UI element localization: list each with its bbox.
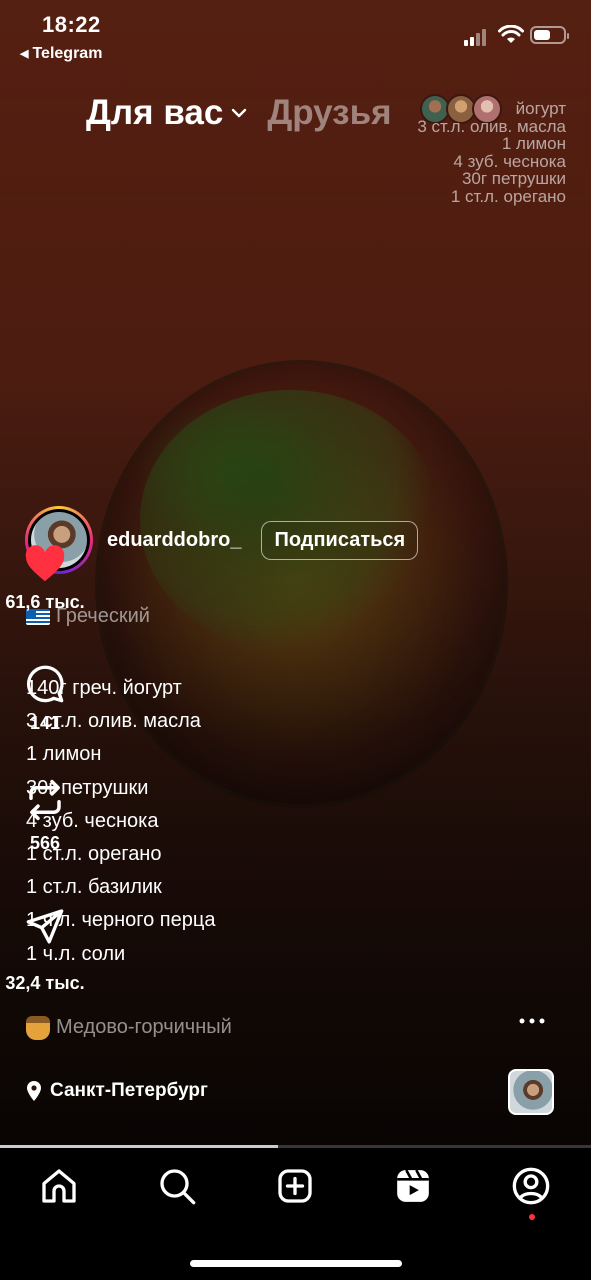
reels-screen: 18:22 ◀ Telegram Для вас Друзья йогурт 3 … [0, 0, 591, 1280]
heart-filled-icon[interactable] [24, 545, 66, 583]
share-count: 32,4 тыс. [5, 973, 85, 993]
home-icon[interactable] [39, 1166, 79, 1206]
reels-icon[interactable] [393, 1166, 433, 1206]
honey-pot-icon [26, 1015, 50, 1040]
add-icon[interactable] [275, 1166, 315, 1206]
profile-icon[interactable] [511, 1166, 551, 1206]
section2-title: Медово-горчичный [56, 1016, 232, 1039]
audio-thumbnail[interactable] [508, 1069, 554, 1115]
location-label: Санкт-Петербург [50, 1080, 208, 1101]
tab-friends[interactable]: Друзья [267, 93, 391, 133]
overlay-line: 1 ст.л. орегано [450, 186, 566, 206]
repost-count: 566 [29, 833, 61, 853]
comment-bubble-icon[interactable] [25, 664, 65, 704]
location-pin-icon [27, 1081, 41, 1101]
ingredient-item: 1 лимон [26, 743, 102, 766]
author-username[interactable]: eduarddobro_ [107, 529, 241, 552]
home-indicator[interactable] [190, 1260, 402, 1267]
battery-fill [534, 30, 550, 40]
ingredient-item: 1 ст.л. базилик [26, 876, 162, 899]
search-icon[interactable] [157, 1166, 197, 1206]
repost-icon[interactable] [24, 776, 66, 824]
notification-dot [529, 1214, 535, 1220]
caption-section-title: Медово-горчичный [26, 1015, 232, 1040]
status-time: 18:22 [42, 12, 101, 37]
overlay-line: 3 ст.л. олив. масла [417, 116, 566, 136]
feed-tabs: Для вас Друзья [86, 88, 392, 138]
video-overlay-recipe: йогурт 3 ст.л. олив. масла 1 лимон 4 зуб… [417, 100, 566, 205]
cellular-signal-icon [464, 28, 490, 46]
back-triangle-icon: ◀ [20, 48, 29, 61]
overlay-line: 30г петрушки [461, 169, 566, 188]
like-action[interactable]: 61,6 тыс. [0, 545, 90, 613]
back-app-label: Telegram [32, 45, 103, 62]
overlay-line: йогурт [515, 99, 566, 118]
comment-count: 141 [29, 713, 61, 733]
overlay-line: 4 зуб. чеснока [453, 151, 566, 171]
follow-button[interactable]: Подписаться [261, 520, 419, 560]
repost-action[interactable]: 566 [0, 776, 90, 854]
send-icon[interactable] [25, 906, 65, 946]
overlay-line: 1 лимон [501, 134, 566, 153]
battery-icon [530, 26, 569, 44]
chevron-down-icon[interactable] [231, 105, 247, 121]
like-count: 61,6 тыс. [5, 592, 85, 612]
location-tag[interactable]: Санкт-Петербург [26, 1080, 208, 1102]
more-dots-icon[interactable] [518, 1014, 546, 1028]
tab-for-you[interactable]: Для вас [86, 93, 223, 133]
share-action[interactable]: 32,4 тыс. [0, 906, 90, 994]
wifi-icon [498, 25, 524, 43]
comment-action[interactable]: 141 [0, 664, 90, 734]
status-bar: 18:22 ◀ Telegram [0, 0, 591, 70]
back-to-app-link[interactable]: ◀ Telegram [20, 45, 102, 63]
